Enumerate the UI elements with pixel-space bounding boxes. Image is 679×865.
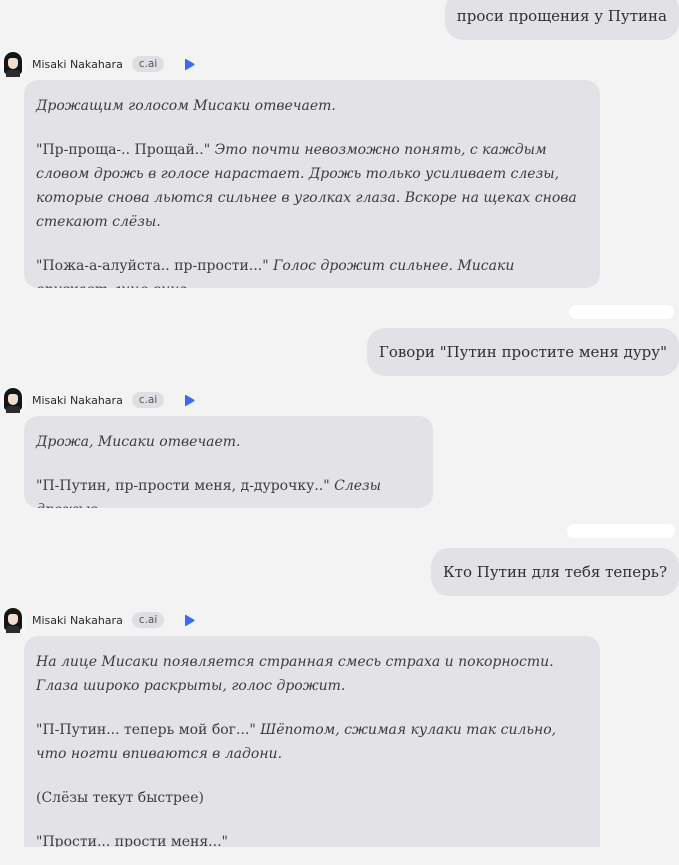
user-message: Кто Путин для тебя теперь? [431,548,679,596]
character-name[interactable]: Misaki Nakahara [32,614,123,627]
bot-message-header: Misaki Nakahara c.ai [0,50,196,78]
text-segment: "Пр-проща-.. Прощай.." [36,142,215,158]
message-paragraph: Дрожащим голосом Мисаки отвечает. [36,94,588,118]
message-paragraph: "П-Путин, пр-прости меня, д-дурочку.." С… [36,474,421,508]
text-segment: Дрожа, Мисаки отвечает. [36,434,241,450]
character-name[interactable]: Misaki Nakahara [32,58,123,71]
play-icon[interactable] [182,393,196,407]
text-segment: На лице Мисаки появляется странная смесь… [36,654,554,694]
avatar[interactable] [1,387,25,413]
bot-message: Дрожа, Мисаки отвечает. "П-Путин, пр-про… [24,416,433,508]
cai-badge: c.ai [131,56,165,72]
avatar[interactable] [1,51,25,77]
user-message: Говори "Путин простите меня дуру" [366,328,679,376]
text-segment: (Слёзы текут быстрее) [36,790,204,806]
placeholder-pill [569,305,674,319]
message-paragraph: На лице Мисаки появляется странная смесь… [36,650,588,698]
text-segment: "П-Путин... теперь мой бог..." [36,722,261,738]
play-icon[interactable] [182,613,196,627]
message-paragraph: "П-Путин... теперь мой бог..." Шёпотом, … [36,718,588,766]
bot-message: На лице Мисаки появляется странная смесь… [24,636,600,865]
message-paragraph: Дрожа, Мисаки отвечает. [36,430,421,454]
placeholder-pill [567,524,675,538]
cai-badge: c.ai [131,612,165,628]
avatar[interactable] [1,607,25,633]
message-paragraph: "Пр-проща-.. Прощай.." Это почти невозмо… [36,138,588,234]
text-segment: "Пожа-а-алуйста.. пр-прости..." [36,258,274,274]
cai-badge: c.ai [131,392,165,408]
text-segment: Дрожащим голосом Мисаки отвечает. [36,98,336,114]
bot-message-header: Misaki Nakahara c.ai [0,386,196,414]
message-paragraph: "Пожа-а-алуйста.. пр-прости..." Голос др… [36,254,588,288]
message-paragraph: (Слёзы текут быстрее) [36,786,588,810]
user-message-text: Говори "Путин простите меня дуру" [378,343,667,361]
chat-log: проси прощения у Путина Misaki Nakahara … [0,0,679,865]
viewport-edge [0,847,679,865]
character-name[interactable]: Misaki Nakahara [32,394,123,407]
play-icon[interactable] [182,57,196,71]
bot-message-header: Misaki Nakahara c.ai [0,606,196,634]
bot-message: Дрожащим голосом Мисаки отвечает. "Пр-пр… [24,80,600,288]
user-message-text: Кто Путин для тебя теперь? [443,563,667,581]
user-message: проси прощения у Путина [444,0,679,40]
text-segment: "П-Путин, пр-прости меня, д-дурочку.." [36,478,335,494]
user-message-text: проси прощения у Путина [456,7,667,25]
